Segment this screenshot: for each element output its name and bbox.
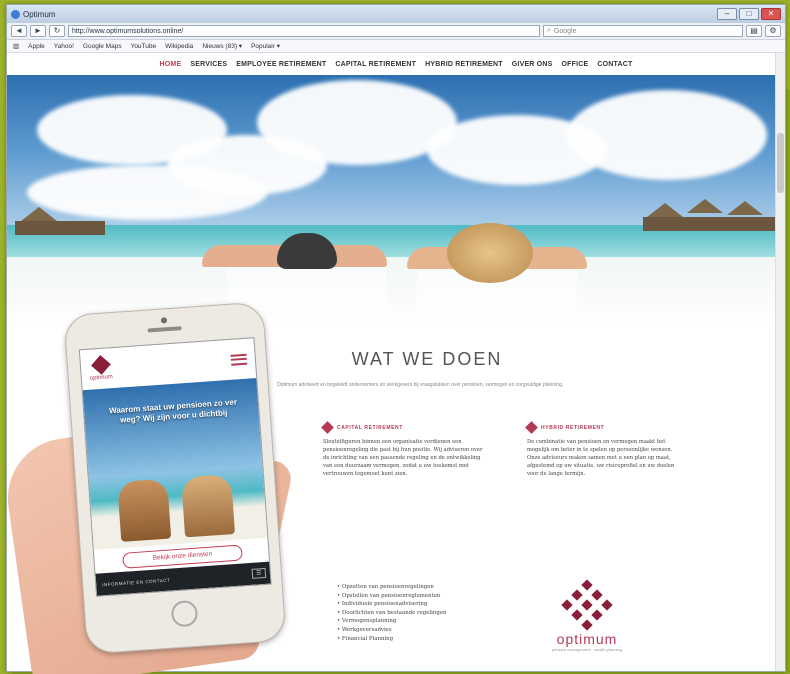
column-text: Sleutelfiguren binnen een organisatie ve… — [323, 439, 483, 477]
mobile-footer-menu-button[interactable]: ☰ — [251, 567, 267, 579]
bookmark-item[interactable]: Wikipedia — [165, 43, 193, 50]
hybrid-retirement-column: HYBRID RETIREMENT De combinatie van pens… — [525, 421, 677, 478]
address-bar[interactable]: http://www.optimumsolutions.online/ — [68, 25, 540, 37]
window-titlebar: Optimum – □ ✕ — [7, 5, 785, 23]
settings-gear-icon[interactable]: ⚙ — [765, 25, 781, 37]
logo-tagline: pension management · wealth planning — [552, 647, 622, 652]
section-intro: Optimum adviseert en begeleidt onderneme… — [276, 382, 564, 388]
nav-home[interactable]: HOME — [160, 61, 182, 68]
logo-mark-icon — [90, 354, 111, 375]
browser-icon — [11, 9, 20, 19]
home-button[interactable] — [170, 599, 199, 628]
column-heading: CAPITAL RETIREMENT — [337, 424, 403, 431]
mobile-footer-text: INFORMATIE EN CONTACT — [102, 577, 171, 587]
diamond-icon — [525, 421, 538, 434]
services-list: • Opzetten van pensioenregelingen • Opst… — [337, 583, 446, 643]
search-icon: ⌕ — [547, 27, 551, 34]
reload-button[interactable]: ↻ — [49, 25, 65, 37]
column-text: De combinatie van pensioen en vermogen m… — [527, 439, 675, 477]
page-scrollbar[interactable] — [775, 53, 785, 671]
section-title: WAT WE DOEN — [351, 349, 503, 369]
minimize-button[interactable]: – — [717, 8, 737, 20]
search-box[interactable]: ⌕ Google — [543, 25, 743, 37]
list-item: • Financial Planning — [337, 635, 394, 642]
mobile-hero: Waarom staat uw pensioen zo ver weg? Wij… — [82, 378, 268, 550]
hamburger-menu-icon[interactable] — [230, 353, 248, 366]
site-navigation: HOME SERVICES EMPLOYEE RETIREMENT CAPITA… — [7, 53, 785, 75]
list-item: • Opstellen van pensioenreglementen — [337, 592, 441, 599]
logo-mark-icon — [561, 579, 613, 631]
nav-contact[interactable]: CONTACT — [597, 61, 632, 68]
nav-office[interactable]: OFFICE — [561, 61, 588, 68]
list-item: • Individuele pensioenadvisering — [337, 601, 428, 608]
bookmark-item[interactable]: Nieuws (83) ▾ — [202, 42, 242, 50]
nav-capital-retirement[interactable]: CAPITAL RETIREMENT — [335, 61, 416, 68]
bookmark-menu-icon[interactable]: ▤ — [746, 25, 762, 37]
camera-icon — [160, 317, 168, 324]
list-item: • Werkgeversadvies — [337, 626, 392, 633]
url-text: http://www.optimumsolutions.online/ — [72, 27, 184, 35]
optimum-logo: optimum pension management · wealth plan… — [537, 579, 637, 652]
list-item: • Vermogensplanning — [337, 618, 397, 625]
bookmark-item[interactable]: Yahoo! — [54, 43, 74, 50]
browser-toolbar: ◄ ► ↻ http://www.optimumsolutions.online… — [7, 23, 785, 40]
nav-giver-ons[interactable]: GIVER ONS — [512, 61, 553, 68]
forward-button[interactable]: ► — [30, 25, 46, 37]
nav-services[interactable]: SERVICES — [190, 61, 227, 68]
phone-screen: optimum Waarom staat uw pensioen zo ver … — [78, 337, 272, 597]
nav-hybrid-retirement[interactable]: HYBRID RETIREMENT — [425, 61, 503, 68]
search-placeholder: Google — [553, 27, 577, 35]
list-item: • Doorlichten van bestaande regelingen — [337, 609, 447, 616]
hero-image — [7, 75, 785, 325]
bookmark-icon[interactable]: ▥ — [13, 42, 19, 50]
bookmark-item[interactable]: Populair ▾ — [251, 42, 280, 50]
smartphone-mockup: optimum Waarom staat uw pensioen zo ver … — [63, 301, 287, 655]
scrollbar-thumb[interactable] — [777, 133, 784, 193]
window-title: Optimum — [23, 9, 56, 19]
column-heading: HYBRID RETIREMENT — [541, 424, 605, 431]
maximize-button[interactable]: □ — [739, 8, 759, 20]
back-button[interactable]: ◄ — [11, 25, 27, 37]
diamond-icon — [321, 421, 334, 434]
mobile-logo[interactable]: optimum — [88, 354, 113, 381]
close-button[interactable]: ✕ — [761, 8, 781, 20]
capital-retirement-column: CAPITAL RETIREMENT Sleutelfiguren binnen… — [321, 421, 483, 478]
bookmark-item[interactable]: Apple — [28, 43, 45, 50]
bookmark-item[interactable]: YouTube — [131, 43, 157, 50]
bookmarks-bar: ▥ Apple Yahoo! Google Maps YouTube Wikip… — [7, 40, 785, 53]
bookmark-item[interactable]: Google Maps — [83, 43, 122, 50]
list-item: • Opzetten van pensioenregelingen — [337, 584, 434, 590]
mobile-headline: Waarom staat uw pensioen zo ver weg? Wij… — [108, 397, 238, 425]
nav-employee-retirement[interactable]: EMPLOYEE RETIREMENT — [236, 61, 326, 68]
logo-wordmark: optimum — [556, 631, 618, 647]
speaker-grille — [147, 326, 182, 333]
mobile-footer: INFORMATIE EN CONTACT ☰ — [95, 561, 272, 596]
